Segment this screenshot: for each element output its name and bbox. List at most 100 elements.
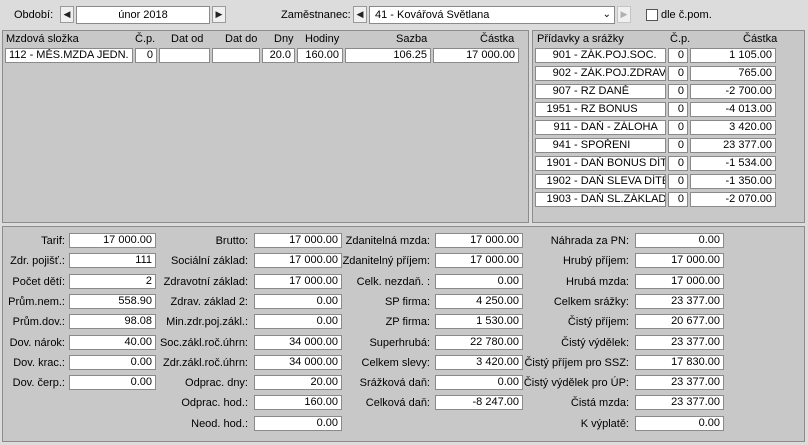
component-hours[interactable]: 160.00 xyxy=(297,48,343,63)
summary-value[interactable]: 111 xyxy=(69,253,156,269)
summary-value[interactable]: 160.00 xyxy=(254,395,342,411)
summary-label: Náhrada za PN: xyxy=(550,235,629,247)
summary-value[interactable]: 23 377.00 xyxy=(635,375,724,391)
summary-value[interactable]: 0.00 xyxy=(69,375,156,391)
summary-value[interactable]: 0.00 xyxy=(435,375,523,391)
summary-value[interactable]: 34 000.00 xyxy=(254,334,342,350)
deduction-name[interactable]: 1901 - DAŇ BONUS DÍTĚ xyxy=(535,156,666,171)
deduction-name[interactable]: 1951 - RZ BONUS xyxy=(535,102,666,117)
deduction-name[interactable]: 907 - RZ DANĚ xyxy=(535,84,666,99)
period-next-button[interactable]: ▶ xyxy=(212,6,226,23)
summary-label: Odprac. dny: xyxy=(185,377,248,390)
summary-value[interactable]: 2 xyxy=(69,273,156,289)
deduction-amount[interactable]: 23 377.00 xyxy=(690,138,776,153)
summary-value[interactable]: 17 000.00 xyxy=(254,253,342,269)
deduction-cp[interactable]: 0 xyxy=(668,156,688,171)
deduction-name[interactable]: 1902 - DAŇ SLEVA DÍTĚ xyxy=(535,174,666,189)
summary-value[interactable]: 3 420.00 xyxy=(435,354,523,370)
deduction-cp[interactable]: 0 xyxy=(668,138,688,153)
summary-label: Zdrav. základ 2: xyxy=(170,295,248,308)
summary-value[interactable]: 23 377.00 xyxy=(635,334,724,350)
summary-value[interactable]: 22 780.00 xyxy=(435,334,523,350)
deduction-name[interactable]: 902 - ZÁK.POJ.ZDRAV. xyxy=(535,66,666,81)
summary-value[interactable]: 17 000.00 xyxy=(69,233,156,248)
component-rate[interactable]: 106.25 xyxy=(345,48,431,63)
employee-label: Zaměstnanec: xyxy=(281,9,351,21)
per-employment-checkbox[interactable] xyxy=(646,9,658,21)
summary-label: Celkem srážky: xyxy=(553,295,629,308)
deduction-cp[interactable]: 0 xyxy=(668,102,688,117)
summary-value[interactable]: 0.00 xyxy=(69,354,156,370)
deduction-name[interactable]: 901 - ZÁK.POJ.SOC. xyxy=(535,48,666,63)
summary-value[interactable]: 0.00 xyxy=(635,233,724,248)
deduction-amount[interactable]: 1 105.00 xyxy=(690,48,776,63)
deduction-amount[interactable]: 765.00 xyxy=(690,66,776,81)
deduction-cp[interactable]: 0 xyxy=(668,66,688,81)
deduction-cp[interactable]: 0 xyxy=(668,174,688,189)
period-field[interactable]: únor 2018 xyxy=(76,6,210,24)
summary-value[interactable]: 34 000.00 xyxy=(254,354,342,370)
deduction-amount[interactable]: -4 013.00 xyxy=(690,102,776,117)
summary-value[interactable]: 20.00 xyxy=(254,375,342,391)
employee-prev-button[interactable]: ◀ xyxy=(353,6,367,23)
employee-select[interactable]: 41 - Kovářová Světlana ⌄ xyxy=(369,6,615,24)
summary-value[interactable]: 4 250.00 xyxy=(435,293,523,309)
summary-value[interactable]: 17 000.00 xyxy=(254,233,342,248)
summary-value[interactable]: 23 377.00 xyxy=(635,293,724,309)
component-cp[interactable]: 0 xyxy=(135,48,157,63)
deduction-label: DAŇ SL.ZÁKLAD xyxy=(580,193,666,205)
component-date-to[interactable] xyxy=(212,48,260,63)
component-amount[interactable]: 17 000.00 xyxy=(433,48,519,63)
summary-value[interactable]: 20 677.00 xyxy=(635,314,724,330)
summary-value[interactable]: 17 000.00 xyxy=(635,273,724,289)
deduction-separator: - xyxy=(571,139,581,151)
deduction-cp[interactable]: 0 xyxy=(668,192,688,207)
summary-value[interactable]: 0.00 xyxy=(435,273,523,289)
chevron-left-icon: ◀ xyxy=(63,9,71,19)
deduction-label: DAŇ - ZÁLOHA xyxy=(580,121,658,133)
summary-label: Čistý výdělek pro ÚP: xyxy=(523,377,629,390)
summary-label: Min.zdr.poj.zákl.: xyxy=(166,316,248,329)
deduction-amount[interactable]: -1 534.00 xyxy=(690,156,776,171)
summary-value[interactable]: 0.00 xyxy=(254,314,342,330)
period-prev-button[interactable]: ◀ xyxy=(60,6,74,23)
summary-label: Zdr. pojišť.: xyxy=(10,255,65,268)
deduction-name[interactable]: 1903 - DAŇ SL.ZÁKLAD xyxy=(535,192,666,207)
summary-label: Počet dětí: xyxy=(12,275,65,288)
summary-value[interactable]: 17 000.00 xyxy=(254,273,342,289)
deduction-amount[interactable]: -2 070.00 xyxy=(690,192,776,207)
summary-value[interactable]: 17 830.00 xyxy=(635,354,724,370)
summary-label: Dov. krac.: xyxy=(13,356,65,369)
deduction-code: 1901 xyxy=(546,157,571,169)
deduction-cp[interactable]: 0 xyxy=(668,48,688,63)
deduction-cp[interactable]: 0 xyxy=(668,120,688,135)
deduction-amount[interactable]: 3 420.00 xyxy=(690,120,776,135)
summary-label: Čistý příjem pro SSZ: xyxy=(524,356,629,369)
summary-label: Sociální základ: xyxy=(170,255,248,268)
deduction-cp[interactable]: 0 xyxy=(668,84,688,99)
summary-value[interactable]: 0.00 xyxy=(254,293,342,309)
summary-value[interactable]: 1 530.00 xyxy=(435,314,523,330)
summary-value[interactable]: 0.00 xyxy=(635,415,724,431)
summary-value[interactable]: 40.00 xyxy=(69,334,156,350)
summary-label: Zdr.zákl.roč.úhrn: xyxy=(163,356,248,369)
deduction-code: 1951 xyxy=(546,103,571,115)
summary-value[interactable]: 98.08 xyxy=(69,314,156,330)
component-name[interactable]: 112 - MĚS.MZDA JEDN. xyxy=(5,48,133,63)
summary-value[interactable]: 558.90 xyxy=(69,293,156,309)
summary-label: Celková daň: xyxy=(365,397,430,410)
deduction-name[interactable]: 941 - SPOŘENI xyxy=(535,138,666,153)
summary-value[interactable]: 17 000.00 xyxy=(435,253,523,269)
deduction-amount[interactable]: -1 350.00 xyxy=(690,174,776,189)
component-date-from[interactable] xyxy=(159,48,210,63)
employee-next-button[interactable]: ▶ xyxy=(617,6,631,23)
summary-value[interactable]: 23 377.00 xyxy=(635,395,724,411)
deduction-label: RZ BONUS xyxy=(580,103,638,115)
summary-value[interactable]: 17 000.00 xyxy=(635,253,724,269)
component-days[interactable]: 20.0 xyxy=(262,48,295,63)
deduction-name[interactable]: 911 - DAŇ - ZÁLOHA xyxy=(535,120,666,135)
summary-value[interactable]: 0.00 xyxy=(254,415,342,431)
summary-value[interactable]: 17 000.00 xyxy=(435,233,523,248)
deduction-amount[interactable]: -2 700.00 xyxy=(690,84,776,99)
summary-value[interactable]: -8 247.00 xyxy=(435,395,523,411)
